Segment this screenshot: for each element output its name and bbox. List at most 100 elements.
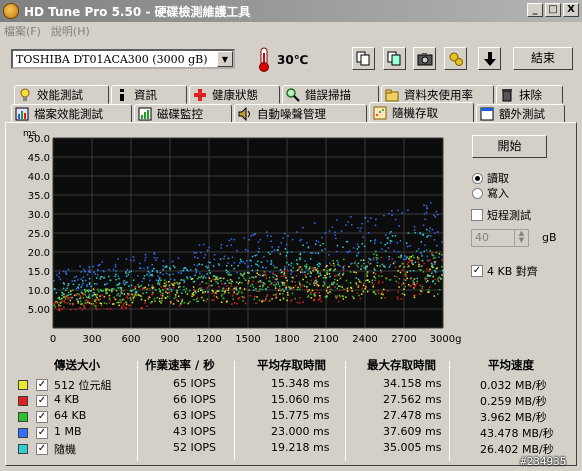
- scatter-point: [276, 275, 278, 277]
- chevron-down-icon[interactable]: ▼: [217, 51, 233, 67]
- menu-file[interactable]: 檔案(F): [4, 23, 41, 39]
- series-checkbox[interactable]: ✓: [36, 411, 48, 423]
- align-4kb-checkbox[interactable]: ✓ 4 KB 對齊: [471, 263, 538, 279]
- tab-info[interactable]: 資訊: [111, 85, 187, 104]
- series-checkbox[interactable]: ✓: [36, 443, 48, 455]
- scatter-point: [326, 264, 328, 267]
- scatter-point: [156, 257, 158, 259]
- scatter-point: [195, 298, 198, 300]
- extra-tests-icon: [480, 107, 494, 120]
- scatter-point: [343, 265, 345, 267]
- scatter-point: [148, 284, 150, 286]
- scatter-point: [60, 301, 63, 304]
- scatter-point: [380, 293, 383, 295]
- scatter-point: [317, 285, 320, 287]
- minimize-button[interactable]: _: [527, 3, 543, 17]
- tab-error-scan[interactable]: 錯誤掃描: [282, 85, 379, 104]
- scatter-point: [209, 261, 211, 264]
- tab-random-access[interactable]: 隨機存取: [369, 102, 474, 123]
- tab-extra-tests[interactable]: 額外測試: [476, 104, 565, 123]
- scatter-point: [394, 266, 397, 268]
- scatter-point: [220, 244, 223, 246]
- short-stroke-box[interactable]: [471, 209, 483, 221]
- save-button[interactable]: [478, 47, 501, 70]
- scatter-point: [409, 257, 411, 259]
- scatter-point: [433, 261, 435, 264]
- read-radio[interactable]: 讀取: [472, 170, 509, 186]
- menu-help[interactable]: 說明(H): [51, 23, 90, 39]
- spinner-arrows-icon[interactable]: ▲ ▼: [514, 230, 528, 246]
- scatter-point: [240, 274, 242, 276]
- scatter-point: [426, 275, 429, 277]
- tab-file-benchmark[interactable]: 檔案效能測試: [11, 104, 132, 123]
- short-stroke-spinner[interactable]: 40 ▲ ▼: [471, 229, 529, 247]
- scatter-point: [59, 309, 61, 312]
- scatter-point: [95, 277, 98, 279]
- scatter-point: [284, 268, 286, 270]
- scatter-point: [114, 266, 117, 268]
- screenshot-button[interactable]: [413, 47, 436, 70]
- scatter-point: [335, 297, 338, 299]
- series-checkbox[interactable]: ✓: [36, 395, 48, 407]
- start-button[interactable]: 開始: [472, 135, 547, 158]
- scatter-point: [174, 294, 177, 296]
- scatter-point: [303, 251, 305, 253]
- y-tick-label: 10.0: [28, 286, 50, 297]
- radio-dot-read[interactable]: [472, 172, 483, 184]
- maximize-button[interactable]: □: [545, 3, 561, 17]
- tab-health[interactable]: 健康狀態: [189, 85, 280, 104]
- series-checkbox[interactable]: ✓: [36, 379, 48, 391]
- radio-dot-write[interactable]: [472, 187, 483, 199]
- scatter-point: [426, 228, 428, 231]
- scatter-point: [306, 281, 308, 283]
- scatter-point: [220, 280, 222, 282]
- scatter-point: [221, 282, 223, 285]
- copy-info-button[interactable]: [352, 47, 375, 70]
- scatter-point: [397, 282, 400, 284]
- scatter-point: [391, 210, 393, 212]
- scatter-point: [342, 246, 344, 248]
- tab-erase[interactable]: 抹除: [496, 85, 563, 104]
- scatter-point: [75, 275, 77, 278]
- scatter-point: [144, 254, 147, 256]
- short-stroke-checkbox[interactable]: 短程測試: [471, 207, 531, 223]
- scatter-point: [413, 283, 416, 286]
- scatter-point: [309, 283, 311, 285]
- scatter-point: [404, 273, 407, 276]
- options-button[interactable]: [444, 47, 467, 70]
- scatter-point: [272, 265, 275, 267]
- scatter-point: [99, 295, 101, 297]
- scatter-point: [313, 284, 315, 286]
- scatter-point: [425, 249, 428, 251]
- y-axis-label: ms: [23, 129, 37, 139]
- scatter-point: [429, 286, 431, 289]
- align-4kb-box[interactable]: ✓: [471, 265, 483, 277]
- close-button[interactable]: X: [563, 3, 579, 17]
- scatter-point: [69, 303, 71, 305]
- series-checkbox[interactable]: ✓: [36, 427, 48, 439]
- drive-select[interactable]: TOSHIBA DT01ACA300 (3000 gB) ▼: [11, 49, 235, 69]
- scatter-point: [374, 279, 376, 281]
- tab-noise-management[interactable]: 自動噪聲管理: [234, 104, 367, 123]
- scatter-point: [377, 290, 379, 292]
- write-radio[interactable]: 寫入: [472, 185, 509, 201]
- scatter-point: [328, 254, 330, 256]
- scatter-point: [269, 280, 271, 283]
- tab-benchmark[interactable]: 效能測試: [14, 85, 109, 104]
- scatter-point: [434, 232, 436, 234]
- tab-label: 額外測試: [499, 106, 545, 121]
- scatter-point: [149, 287, 151, 290]
- scatter-point: [195, 268, 197, 271]
- scatter-point: [223, 297, 225, 300]
- tab-disk-monitor[interactable]: 磁碟監控: [134, 104, 232, 123]
- scatter-point: [307, 296, 309, 298]
- scatter-point: [306, 288, 308, 291]
- scatter-point: [121, 292, 124, 295]
- scatter-point: [285, 277, 287, 279]
- copy-all-button[interactable]: [383, 47, 406, 70]
- exit-button[interactable]: 結束: [513, 47, 573, 70]
- scatter-point: [258, 299, 261, 301]
- scatter-point: [272, 284, 275, 286]
- scatter-point: [366, 271, 369, 273]
- scatter-point: [311, 267, 313, 269]
